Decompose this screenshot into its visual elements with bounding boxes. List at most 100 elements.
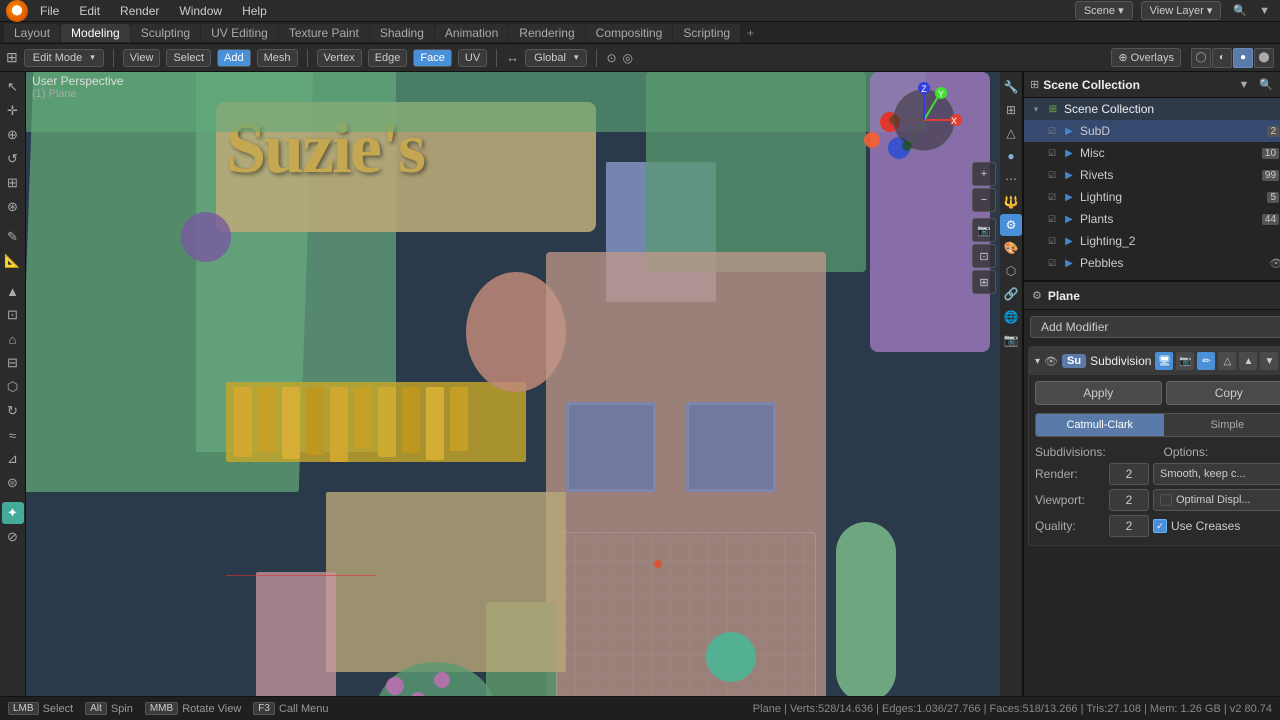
copy-button[interactable]: Copy xyxy=(1166,381,1280,405)
proportional-icon[interactable]: ◎ xyxy=(623,51,633,65)
tool-scale[interactable]: ⊞ xyxy=(2,172,24,194)
use-creases-checkbox[interactable]: ✓ xyxy=(1153,519,1167,533)
blender-logo[interactable]: ⬤ xyxy=(6,0,28,22)
mesh-menu[interactable]: Mesh xyxy=(257,49,298,67)
render-value-input[interactable]: 2 xyxy=(1109,463,1149,485)
edge-btn[interactable]: Edge xyxy=(368,49,408,67)
outliner-item-plants[interactable]: ☑ ▶ Plants 44 👁 xyxy=(1024,208,1280,230)
face-btn[interactable]: Face xyxy=(413,49,451,67)
mod-expand-btn[interactable]: ▾ xyxy=(1035,356,1040,367)
add-menu[interactable]: Add xyxy=(217,49,251,67)
outliner-item-lighting[interactable]: ☑ ▶ Lighting 5 👁 xyxy=(1024,186,1280,208)
tool-extrude[interactable]: ▲ xyxy=(2,280,24,302)
menu-file[interactable]: File xyxy=(32,2,67,20)
check-6[interactable]: ☑ xyxy=(1046,235,1058,247)
tool-spin[interactable]: ↻ xyxy=(2,400,24,422)
outliner-item-subd[interactable]: ☑ ▶ SubD 2 👁 xyxy=(1024,120,1280,142)
mod-down-btn[interactable]: ▼ xyxy=(1260,352,1278,370)
tool-select[interactable]: ↖ xyxy=(2,76,24,98)
view-layer-selector[interactable]: View Layer ▾ xyxy=(1141,1,1222,20)
outliner-item-misc[interactable]: ☑ ▶ Misc 10 👁 xyxy=(1024,142,1280,164)
menu-render[interactable]: Render xyxy=(112,2,167,20)
tool-transform[interactable]: ⊛ xyxy=(2,196,24,218)
check-5[interactable]: ☑ xyxy=(1046,213,1058,225)
select-menu[interactable]: Select xyxy=(166,49,211,67)
check-2[interactable]: ☑ xyxy=(1046,147,1058,159)
outliner-item-bg[interactable]: ☑ BG 👁 xyxy=(1024,274,1280,282)
simple-btn[interactable]: Simple xyxy=(1164,414,1280,436)
mod-eye-btn[interactable]: 👁 xyxy=(1044,355,1058,368)
tab-sculpting[interactable]: Sculpting xyxy=(131,24,200,42)
persp-ortho-btn[interactable]: ⊡ xyxy=(972,244,996,268)
filter-icon[interactable]: ▼ xyxy=(1255,3,1274,19)
tool-annotate[interactable]: ✎ xyxy=(2,226,24,248)
prop-physics-icon[interactable]: 🔱 xyxy=(1000,191,1022,213)
uv-btn[interactable]: UV xyxy=(458,49,487,67)
overlay-btn[interactable]: ⊕ Overlays xyxy=(1111,48,1181,67)
tab-modeling[interactable]: Modeling xyxy=(61,24,130,42)
mod-cage-icon[interactable]: △ xyxy=(1218,352,1236,370)
mod-editmode-icon[interactable]: ✏ xyxy=(1197,352,1215,370)
snap-icon[interactable]: ⊙ xyxy=(606,51,616,65)
outliner-item-pebbles[interactable]: ☑ ▶ Pebbles 👁 ▼ xyxy=(1024,252,1280,274)
tool-loop-cut[interactable]: ⊟ xyxy=(2,352,24,374)
add-modifier-btn[interactable]: Add Modifier ▾ xyxy=(1030,316,1280,338)
tool-cursor[interactable]: ✛ xyxy=(2,100,24,122)
optimal-displ-btn[interactable]: Optimal Displ... xyxy=(1153,489,1280,511)
mode-selector[interactable]: Edit Mode ▾ xyxy=(24,49,104,67)
prop-mesh-icon[interactable]: △ xyxy=(1000,122,1022,144)
smooth-keep-btn[interactable]: Smooth, keep c... ▾ xyxy=(1153,463,1280,485)
outliner-scene-root[interactable]: ▾ ⊞ Scene Collection 👁 xyxy=(1024,98,1280,120)
pebbles-visible[interactable]: 👁 xyxy=(1269,257,1280,270)
transform-selector[interactable]: Global ▾ xyxy=(525,49,587,67)
scene-selector[interactable]: Scene ▾ xyxy=(1075,1,1133,20)
prop-render-icon[interactable]: 📷 xyxy=(1000,329,1022,351)
tool-smooth[interactable]: ≈ xyxy=(2,424,24,446)
tool-move[interactable]: ⊕ xyxy=(2,124,24,146)
prop-data-icon[interactable]: ⬡ xyxy=(1000,260,1022,282)
tab-scripting[interactable]: Scripting xyxy=(673,24,740,42)
optimal-checkbox[interactable] xyxy=(1160,494,1172,506)
transform-icon[interactable]: ↔ xyxy=(506,50,519,65)
outliner-item-rivets[interactable]: ☑ ▶ Rivets 99 👁 xyxy=(1024,164,1280,186)
menu-help[interactable]: Help xyxy=(234,2,275,20)
tool-rotate[interactable]: ↺ xyxy=(2,148,24,170)
tool-bevel[interactable]: ⌂ xyxy=(2,328,24,350)
tool-shear[interactable]: ✦ xyxy=(2,502,24,524)
camera-btn[interactable]: 📷 xyxy=(972,218,996,242)
tab-uv-editing[interactable]: UV Editing xyxy=(201,24,278,42)
viewport-value-input[interactable]: 2 xyxy=(1109,489,1149,511)
prop-modifier-icon[interactable]: ⚙ xyxy=(1000,214,1022,236)
viewport-shading[interactable]: ◯ ◐ ● ⬤ xyxy=(1191,48,1274,68)
menu-window[interactable]: Window xyxy=(171,2,230,20)
prop-world-icon[interactable]: 🌐 xyxy=(1000,306,1022,328)
editor-type-icon[interactable]: ⊞ xyxy=(6,49,18,66)
outliner-item-lighting2[interactable]: ☑ ▶ Lighting_2 👁 xyxy=(1024,230,1280,252)
tab-compositing[interactable]: Compositing xyxy=(586,24,673,42)
outliner-filter-btn[interactable]: ▼ xyxy=(1235,76,1253,94)
tab-add[interactable]: + xyxy=(741,24,760,42)
view-menu[interactable]: View xyxy=(123,49,161,67)
check-1[interactable]: ☑ xyxy=(1046,125,1058,137)
outliner-search-btn[interactable]: 🔍 xyxy=(1257,76,1275,94)
prop-shader-icon[interactable]: 🎨 xyxy=(1000,237,1022,259)
prop-object-icon[interactable]: ⊞ xyxy=(1000,99,1022,121)
tab-layout[interactable]: Layout xyxy=(4,24,60,42)
prop-particles-icon[interactable]: ⋯ xyxy=(1000,168,1022,190)
catmull-clark-btn[interactable]: Catmull-Clark xyxy=(1036,414,1164,436)
apply-button[interactable]: Apply xyxy=(1035,381,1162,405)
check-4[interactable]: ☑ xyxy=(1046,191,1058,203)
vertex-btn[interactable]: Vertex xyxy=(317,49,362,67)
quality-value-input[interactable]: 2 xyxy=(1109,515,1149,537)
tab-animation[interactable]: Animation xyxy=(435,24,508,42)
zoom-in-btn[interactable]: + xyxy=(972,162,996,186)
tool-measure[interactable]: 📐 xyxy=(2,250,24,272)
check-7[interactable]: ☑ xyxy=(1046,257,1058,269)
mod-render-icon[interactable]: 📷 xyxy=(1176,352,1194,370)
tab-rendering[interactable]: Rendering xyxy=(509,24,584,42)
tab-shading[interactable]: Shading xyxy=(370,24,434,42)
prop-tool-icon[interactable]: 🔧 xyxy=(1000,76,1022,98)
tool-rip[interactable]: ⊘ xyxy=(2,526,24,548)
local-global-btn[interactable]: ⊞ xyxy=(972,270,996,294)
mod-realtime-icon[interactable]: 🖥 xyxy=(1155,352,1173,370)
